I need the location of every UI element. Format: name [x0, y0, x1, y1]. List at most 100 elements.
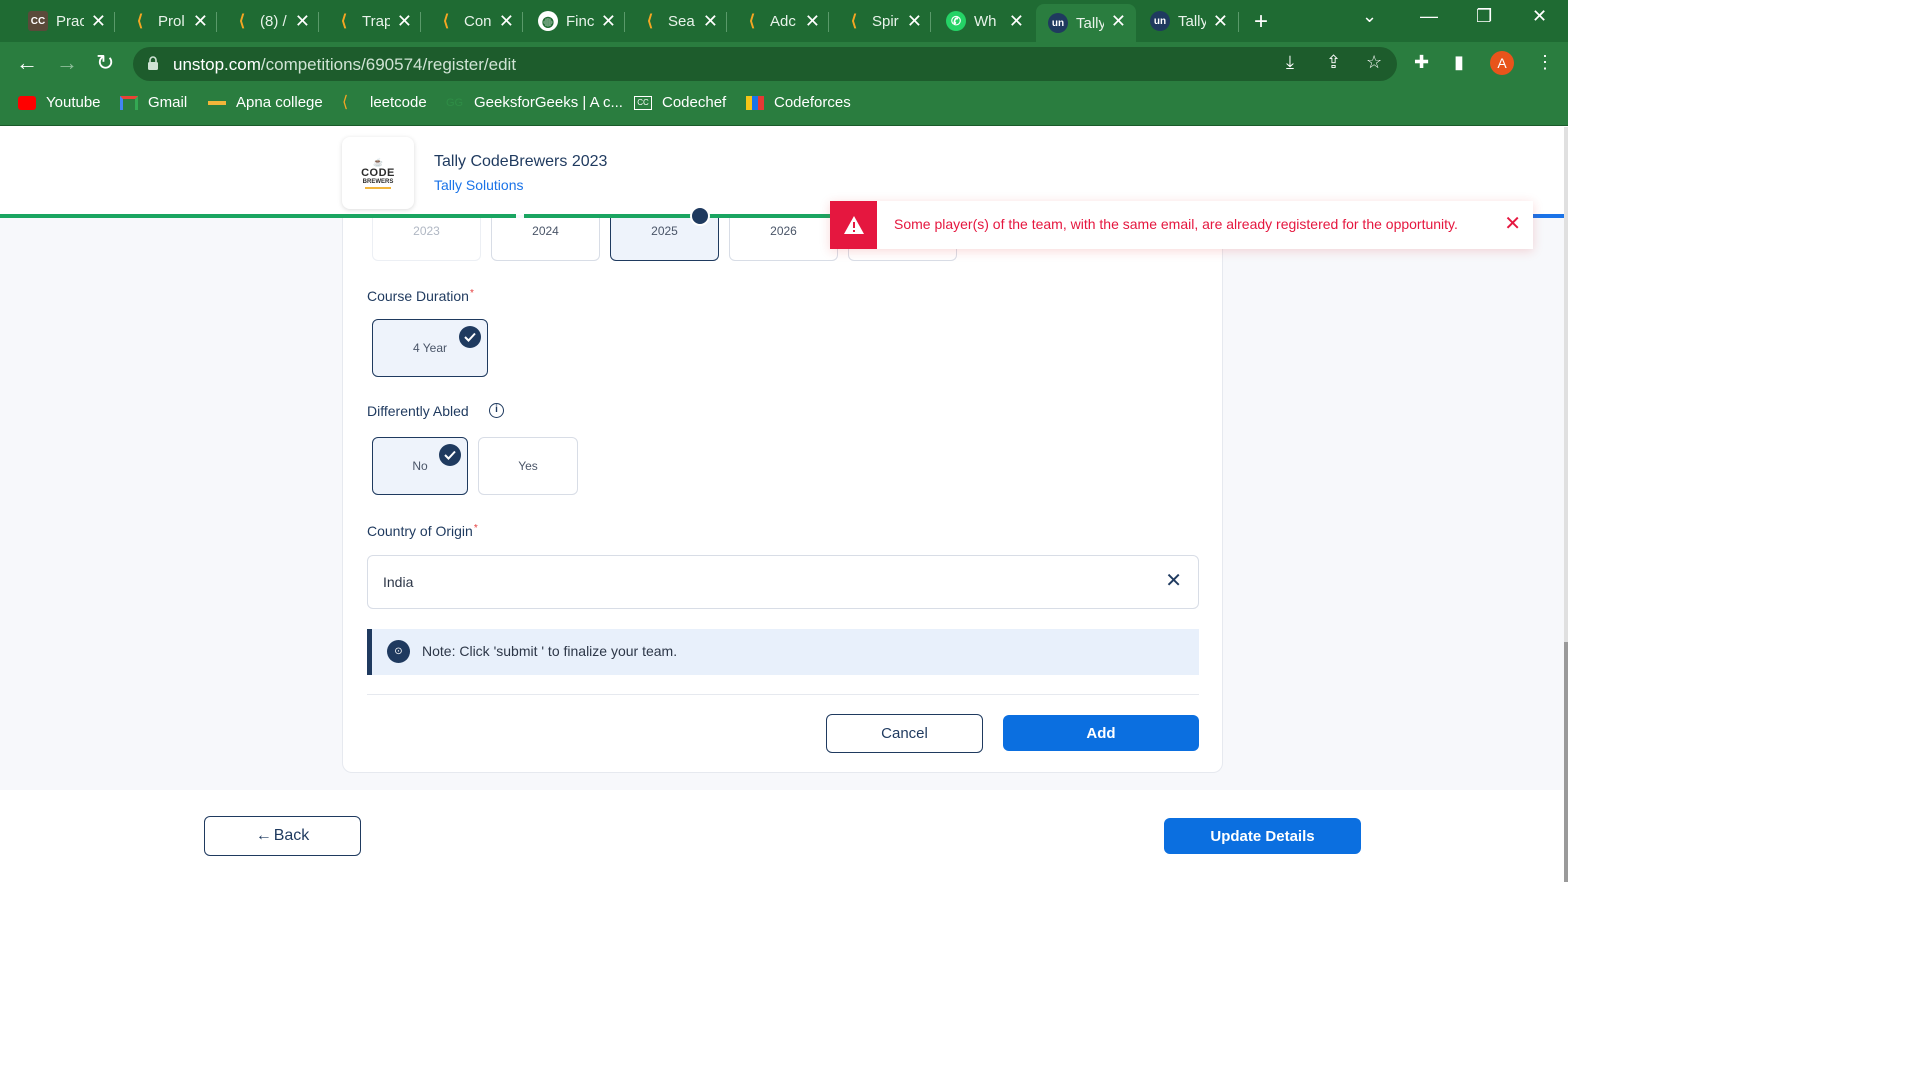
required-asterisk: * [473, 523, 478, 534]
country-label: Country of Origin* [367, 523, 478, 539]
share-icon[interactable]: ⇪ [1326, 52, 1341, 73]
url-path: /competitions/690574/register/edit [260, 55, 517, 74]
tab-title: Tally [1076, 14, 1104, 32]
bookmark-geeksforgeeks[interactable]: GG GeeksforGeeks | A c... [446, 94, 623, 111]
close-icon[interactable]: ✕ [907, 11, 922, 31]
tab-12[interactable]: un Tally ✕ [1138, 4, 1238, 38]
year-option-2023[interactable]: 2023 [372, 218, 481, 261]
tab-11-active[interactable]: un Tally ✕ [1036, 4, 1136, 42]
bookmark-codeforces[interactable]: Codeforces [746, 94, 851, 111]
close-icon[interactable]: ✕ [703, 11, 718, 31]
tab-title: Wh [974, 12, 997, 30]
whatsapp-icon: ✆ [946, 11, 966, 31]
leetcode-icon: ⟨ [342, 93, 349, 111]
close-icon[interactable]: ✕ [805, 11, 820, 31]
add-button[interactable]: Add [1003, 715, 1199, 751]
leetcode-icon: ⟨ [238, 13, 246, 30]
year-option-2025[interactable]: 2025 [610, 206, 719, 261]
close-icon[interactable]: ✕ [397, 11, 412, 31]
menu-kebab-icon[interactable]: ⋮ [1536, 52, 1554, 73]
restore-icon[interactable]: ❐ [1476, 6, 1492, 27]
team-member-form: 2023 2024 2025 2026 Course Duration* 4 Y… [342, 206, 1223, 773]
required-asterisk: * [469, 288, 474, 299]
bookmark-apna-college[interactable]: Apna college [208, 94, 323, 111]
tab-separator [726, 12, 727, 32]
leetcode-icon: ⟨ [340, 13, 348, 30]
tab-9[interactable]: ⟨ Spir ✕ [832, 4, 932, 38]
back-button[interactable]: ← Back [204, 816, 361, 856]
reload-icon[interactable]: ↻ [96, 52, 114, 74]
info-circle-icon: ⊙ [387, 640, 410, 663]
bookmark-gmail[interactable]: Gmail [120, 94, 187, 111]
year-option-2026[interactable]: 2026 [729, 218, 838, 261]
page-scrollbar-thumb[interactable] [1564, 642, 1568, 882]
close-icon[interactable]: ✕ [1111, 11, 1126, 31]
bookmark-leetcode[interactable]: ⟨ leetcode [342, 94, 427, 111]
differently-abled-option-yes[interactable]: Yes [478, 437, 578, 495]
checkmark-icon [690, 206, 710, 226]
tab-7[interactable]: ⟨ Sea ✕ [628, 4, 728, 38]
bookmark-star-icon[interactable]: ☆ [1366, 52, 1382, 73]
extensions-icon[interactable]: ✚ [1414, 52, 1429, 73]
install-app-icon[interactable]: ⤓ [1286, 52, 1294, 73]
forward-arrow-icon[interactable]: → [56, 52, 78, 74]
profile-avatar[interactable]: A [1490, 51, 1514, 75]
leetcode-icon: ⟨ [646, 13, 654, 30]
tab-title: Tally [1178, 12, 1206, 30]
close-icon[interactable]: ✕ [499, 11, 514, 31]
cup-icon: ☕ [373, 157, 383, 167]
tab-1[interactable]: CC Prac ✕ [16, 4, 116, 38]
tab-title: Trap [362, 12, 390, 30]
tab-separator [522, 12, 523, 32]
tab-search-icon[interactable]: ⌄ [1362, 6, 1377, 27]
tab-6[interactable]: ◍ Finc ✕ [526, 4, 626, 38]
bookmark-label: Codechef [662, 94, 727, 111]
year-option-2024[interactable]: 2024 [491, 218, 600, 261]
error-toast: Some player(s) of the team, with the sam… [830, 201, 1533, 249]
tab-8[interactable]: ⟨ Adc ✕ [730, 4, 830, 38]
address-bar[interactable]: unstop.com/competitions/690574/register/… [133, 47, 1397, 81]
close-icon[interactable]: ✕ [1213, 11, 1228, 31]
tab-2[interactable]: ⟨ Prol ✕ [118, 4, 218, 38]
globe-icon: ◍ [538, 11, 558, 31]
warning-icon [830, 201, 877, 249]
bookmark-label: Gmail [148, 94, 188, 111]
tab-5[interactable]: ⟨ Con ✕ [424, 4, 524, 38]
leetcode-icon: ⟨ [850, 13, 858, 30]
tab-separator [420, 12, 421, 32]
tab-title: Finc [566, 12, 594, 30]
close-icon[interactable]: ✕ [91, 11, 106, 31]
unstop-icon: un [1150, 11, 1170, 31]
cancel-button[interactable]: Cancel [826, 714, 983, 753]
country-value: India [383, 574, 414, 590]
tab-10[interactable]: ✆ Wh ✕ [934, 4, 1034, 38]
minimize-icon[interactable]: — [1420, 6, 1438, 27]
year-label: 2025 [651, 224, 678, 238]
window-close-icon[interactable]: ✕ [1532, 6, 1547, 27]
new-tab-button[interactable]: + [1254, 8, 1268, 36]
tab-3[interactable]: ⟨ (8) / ✕ [220, 4, 320, 38]
bookmark-youtube[interactable]: Youtube [18, 94, 101, 111]
country-select[interactable]: India ✕ [367, 555, 1199, 609]
tab-4[interactable]: ⟨ Trap ✕ [322, 4, 422, 38]
clear-icon[interactable]: ✕ [1165, 570, 1182, 592]
close-icon[interactable]: ✕ [1009, 11, 1024, 31]
back-arrow-icon[interactable]: ← [16, 52, 38, 74]
organizer-link[interactable]: Tally Solutions [434, 177, 524, 193]
course-duration-label-text: Course Duration [367, 288, 469, 304]
toast-close-icon[interactable]: ✕ [1504, 213, 1521, 235]
differently-abled-option-no[interactable]: No [372, 437, 468, 495]
close-icon[interactable]: ✕ [295, 11, 310, 31]
url-text: unstop.com/competitions/690574/register/… [173, 55, 516, 75]
tab-separator [114, 12, 115, 32]
bookmark-codechef[interactable]: CC Codechef [634, 94, 726, 111]
close-icon[interactable]: ✕ [601, 11, 616, 31]
update-details-button[interactable]: Update Details [1164, 818, 1361, 854]
leetcode-icon: ⟨ [748, 13, 756, 30]
close-icon[interactable]: ✕ [193, 11, 208, 31]
back-label: Back [273, 827, 310, 844]
info-icon[interactable]: i [489, 403, 504, 418]
arrow-left-icon: ← [255, 827, 272, 844]
side-panel-icon[interactable]: ▮ [1454, 52, 1464, 73]
course-duration-option-4-year[interactable]: 4 Year [372, 319, 488, 377]
